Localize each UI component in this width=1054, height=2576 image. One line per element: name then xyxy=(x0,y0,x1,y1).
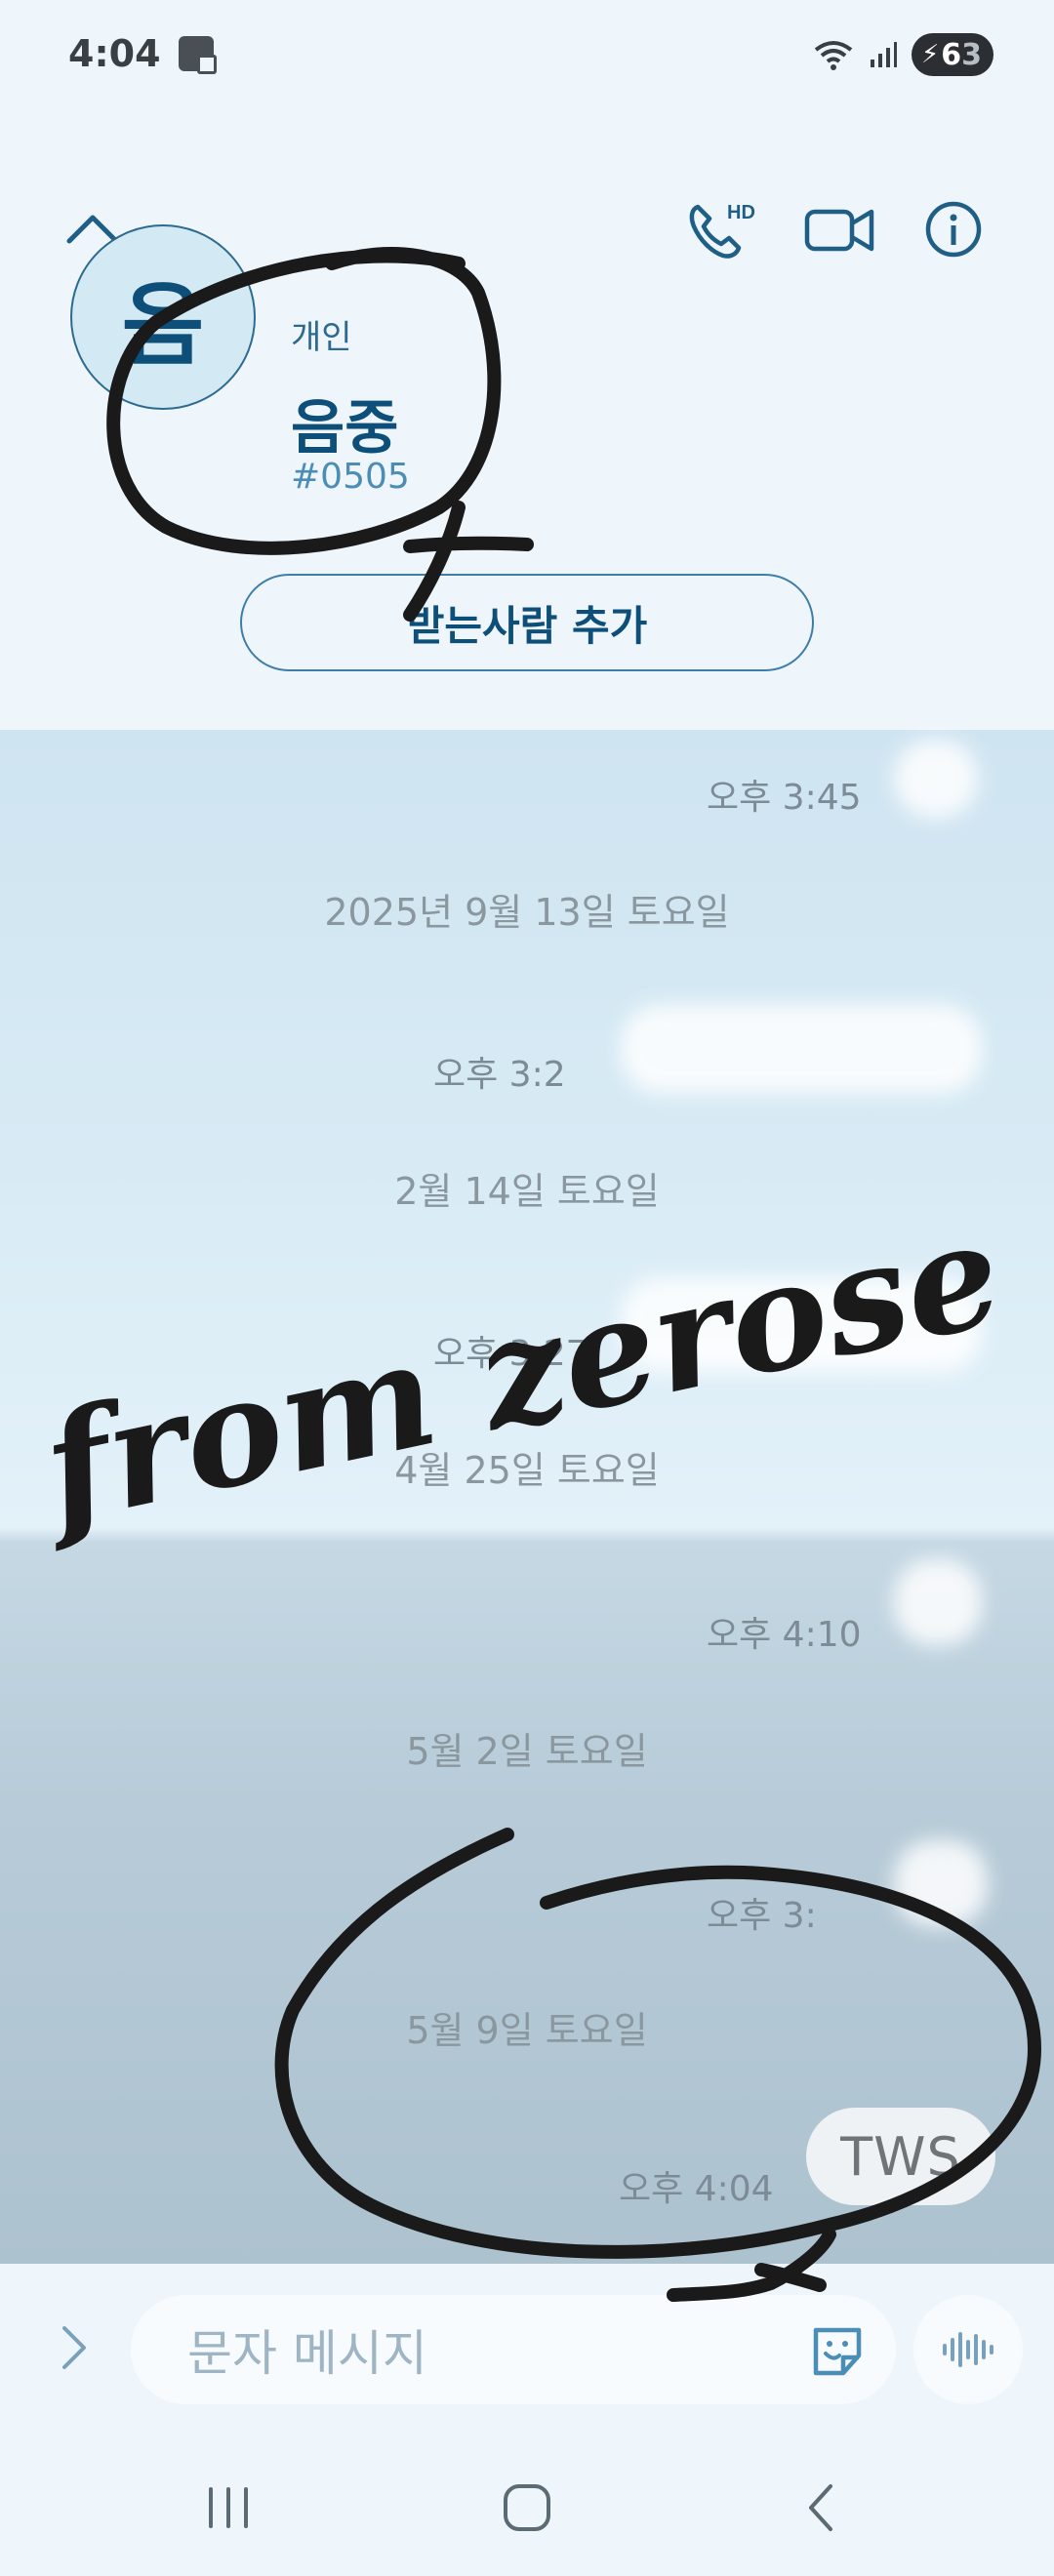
blurred-message-bubble xyxy=(894,1559,982,1645)
sticker-icon[interactable] xyxy=(806,2322,869,2381)
expand-icon[interactable] xyxy=(51,2318,100,2377)
date-separator: 5월 2일 토요일 xyxy=(406,1730,648,1773)
wifi-icon xyxy=(812,38,855,71)
contact-id: #0505 xyxy=(291,457,410,497)
recent-apps-icon[interactable] xyxy=(191,2478,265,2537)
blurred-message-bubble xyxy=(621,1005,982,1093)
message-bubble[interactable]: TWS xyxy=(806,2108,995,2205)
voice-icon[interactable] xyxy=(913,2295,1023,2404)
message-time: 오후 4:04 xyxy=(619,2169,774,2209)
contact-avatar[interactable]: 음 xyxy=(70,224,256,410)
charging-icon: ⚡ xyxy=(920,40,940,69)
status-time: 4:04 xyxy=(68,32,161,75)
date-separator: 4월 25일 토요일 xyxy=(394,1449,660,1492)
battery-digit-2: 3 xyxy=(961,37,982,72)
message-time: 오후 3:45 xyxy=(707,778,862,818)
contact-name: 음중 xyxy=(291,394,399,463)
add-recipient-button[interactable]: 받는사람 추가 xyxy=(240,574,814,671)
blurred-message-bubble xyxy=(621,1278,982,1372)
info-icon[interactable] xyxy=(910,185,997,273)
message-time: 오후 4:10 xyxy=(707,1615,862,1655)
signal-icon xyxy=(869,40,898,69)
status-icons: ⚡ 63 xyxy=(812,33,993,76)
date-separator: 2025년 9월 13일 토요일 xyxy=(324,891,730,934)
date-separator: 5월 9일 토요일 xyxy=(406,2009,648,2052)
message-input[interactable]: 문자 메시지 xyxy=(131,2295,896,2404)
blurred-message-bubble xyxy=(894,1840,988,1926)
message-time: 오후 3:27 xyxy=(433,1334,588,1374)
date-separator: 2월 14일 토요일 xyxy=(394,1170,660,1213)
hd-badge: HD xyxy=(727,202,755,223)
home-icon[interactable] xyxy=(488,2478,566,2537)
message-time: 오후 3: xyxy=(707,1896,817,1936)
message-time: 오후 3:2 xyxy=(433,1055,566,1095)
video-call-icon[interactable] xyxy=(796,185,884,273)
contact-type-label: 개인 xyxy=(291,318,352,357)
notification-app-icon xyxy=(178,36,217,74)
battery-indicator: ⚡ 63 xyxy=(911,33,993,76)
back-icon[interactable] xyxy=(787,2478,855,2537)
hd-call-icon[interactable]: HD xyxy=(679,185,767,273)
blurred-message-bubble xyxy=(894,740,978,818)
battery-digit-1: 6 xyxy=(941,37,962,72)
